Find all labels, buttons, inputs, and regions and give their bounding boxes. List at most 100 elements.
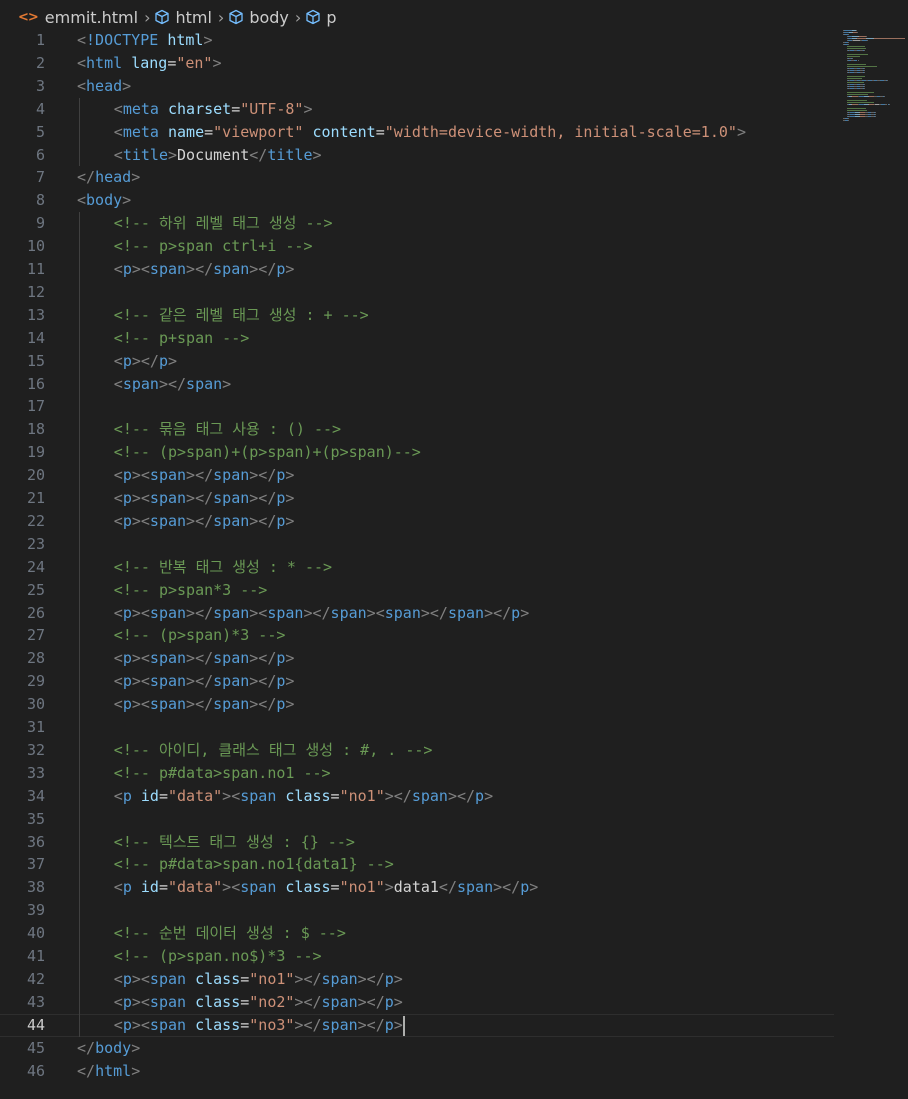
code-line[interactable]: 5 <meta name="viewport" content="width=de… (0, 121, 834, 144)
code-line[interactable]: 28 <p><span></span></p> (0, 647, 834, 670)
code-line[interactable]: 27 <!-- (p>span)*3 --> (0, 624, 834, 647)
plain-text: = (167, 53, 177, 72)
code-line[interactable]: 39 (0, 899, 834, 922)
minimap-line (846, 48, 867, 49)
attribute-name: html (167, 31, 204, 49)
code-line[interactable]: 12 (0, 281, 834, 304)
plain-text: = (240, 969, 250, 988)
code-line[interactable]: 35 (0, 808, 834, 831)
code-line[interactable]: 15 <p></p> (0, 350, 834, 373)
code-line[interactable]: 32 <!-- 아이디, 클래스 태그 생성 : #, . --> (0, 739, 834, 762)
code-content: <p><span class="no3"></span></p> (114, 1014, 403, 1037)
code-line[interactable]: 7 </head> (0, 166, 834, 189)
attribute-name: class (195, 969, 241, 988)
code-line[interactable]: 6 <title>Document</title> (0, 144, 834, 167)
code-line[interactable]: 37 <!-- p#data>span.no1{data1} --> (0, 853, 834, 876)
code-line[interactable]: 29 <p><span></span></p> (0, 670, 834, 693)
tag-bracket: > (212, 53, 222, 72)
code-line[interactable]: 21 <p><span></span></p> (0, 487, 834, 510)
code-line[interactable]: 40 <!-- 순번 데이터 생성 : $ --> (0, 922, 834, 945)
tag-bracket: >< (131, 603, 150, 622)
line-number: 10 (26, 237, 45, 256)
line-number: 7 (35, 168, 45, 187)
code-content: <meta charset="UTF-8"> (114, 98, 313, 121)
comment: <!-- p#data>span.no1 --> (113, 763, 331, 782)
tag-bracket: ></ (186, 695, 214, 714)
code-editor[interactable]: 1 <!DOCTYPE html> 2 <html lang="en"> 3 <head>… (0, 29, 908, 1099)
code-content: <title>Document</title> (114, 144, 322, 167)
minimap[interactable] (843, 30, 905, 122)
code-line[interactable]: 3 <head> (0, 75, 834, 98)
line-number: 32 (26, 740, 45, 759)
code-line[interactable]: 38 <p id="data"><span class="no1">data1</… (0, 876, 834, 899)
code-line[interactable]: 14 <!-- p+span --> (0, 327, 834, 350)
code-line[interactable]: 18 <!-- 묶음 태그 사용 : () --> (0, 418, 834, 441)
tag-bracket: >< (131, 992, 150, 1011)
code-line[interactable]: 13 <!-- 같은 레벨 태그 생성 : + --> (0, 304, 834, 327)
code-line[interactable]: 31 (0, 716, 834, 739)
tag-bracket: >< (131, 695, 150, 714)
minimap-line (856, 32, 858, 33)
tag-name: p (122, 489, 132, 507)
tag-bracket: > (529, 878, 539, 897)
minimap-line (846, 78, 862, 79)
code-line[interactable]: 10 <!-- p>span ctrl+i --> (0, 235, 834, 258)
tag-bracket: < (113, 649, 123, 668)
code-line[interactable]: 2 <html lang="en"> (0, 52, 834, 75)
tag-name: p (122, 511, 132, 530)
code-line[interactable]: 16 <span></span> (0, 373, 834, 396)
breadcrumb-item-p[interactable]: p (305, 8, 336, 27)
code-line[interactable]: 11 <p><span></span></p> (0, 258, 834, 281)
code-line[interactable]: 4 <meta charset="UTF-8"> (0, 98, 834, 121)
code-line[interactable]: 23 (0, 533, 834, 556)
code-line[interactable]: 42 <p><span class="no1"></span></p> (0, 968, 834, 991)
code-line[interactable]: 45 </body> (0, 1037, 834, 1060)
tag-bracket: >< (366, 603, 385, 622)
attribute-value: "no2" (249, 992, 295, 1011)
code-line[interactable]: 44 <p><span class="no3"></span></p> (0, 1014, 834, 1037)
code-line[interactable]: 41 <!-- (p>span.no$)*3 --> (0, 945, 834, 968)
tag-name: span (149, 260, 187, 278)
tag-name: span (213, 260, 250, 278)
code-content: <body> (77, 189, 131, 212)
code-line[interactable]: 25 <!-- p>span*3 --> (0, 579, 834, 602)
code-line[interactable]: 43 <p><span class="no2"></span></p> (0, 991, 834, 1014)
code-line[interactable]: 46 </html> (0, 1060, 834, 1083)
tag-name: span (330, 603, 367, 622)
code-line[interactable]: 1 <!DOCTYPE html> (0, 29, 834, 52)
attribute-value: "no1" (339, 878, 385, 897)
tag-bracket: < (113, 99, 123, 118)
comment: <!-- 텍스트 태그 생성 : {} --> (113, 832, 355, 851)
minimap-line (864, 86, 865, 87)
tag-bracket: > (384, 878, 394, 897)
minimap-line (847, 44, 849, 45)
code-content: <!DOCTYPE html> (77, 29, 212, 52)
breadcrumb-item-html[interactable]: html (154, 8, 212, 27)
breadcrumb-item-file[interactable]: <> emmit.html (18, 8, 138, 27)
tag-bracket: ></ (484, 603, 512, 622)
tag-bracket: ></ (249, 260, 277, 278)
code-line[interactable]: 22 <p><span></span></p> (0, 510, 834, 533)
tag-name: p (122, 603, 132, 622)
tag-bracket: < (77, 191, 87, 210)
code-line[interactable]: 17 (0, 395, 834, 418)
code-line[interactable]: 8 <body> (0, 189, 834, 212)
tag-bracket: ></ (186, 466, 214, 485)
line-number: 35 (26, 809, 45, 828)
code-line[interactable]: 24 <!-- 반복 태그 생성 : * --> (0, 556, 834, 579)
minimap-line (846, 102, 875, 103)
code-line[interactable]: 30 <p><span></span></p> (0, 693, 834, 716)
code-line[interactable]: 34 <p id="data"><span class="no1"></span>… (0, 785, 834, 808)
minimap-line (874, 116, 876, 117)
plain-text: = (330, 878, 340, 897)
code-line[interactable]: 33 <!-- p#data>span.no1 --> (0, 762, 834, 785)
code-line[interactable]: 9 <!-- 하위 레벨 태그 생성 --> (0, 212, 834, 235)
code-line[interactable]: 20 <p><span></span></p> (0, 464, 834, 487)
breadcrumb-item-body[interactable]: body (228, 8, 289, 27)
code-line[interactable]: 19 <!-- (p>span)+(p>span)+(p>span)--> (0, 441, 834, 464)
tag-bracket: < (113, 260, 123, 278)
code-line[interactable]: 26 <p><span></span><span></span><span></s… (0, 602, 834, 625)
minimap-line (874, 114, 876, 115)
minimap-line (852, 58, 854, 59)
code-line[interactable]: 36 <!-- 텍스트 태그 생성 : {} --> (0, 831, 834, 854)
